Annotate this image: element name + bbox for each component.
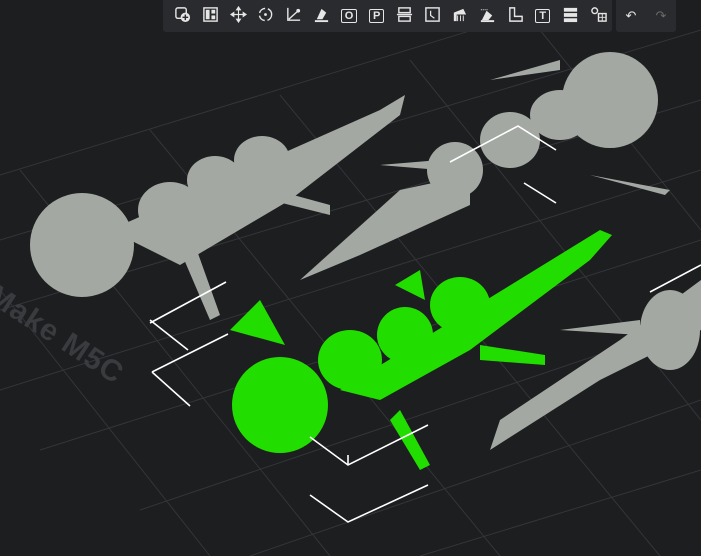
seam-button[interactable]	[418, 2, 446, 30]
layers-icon	[562, 6, 579, 26]
seam-icon	[424, 6, 441, 26]
scale-button[interactable]	[280, 2, 308, 30]
cut-button[interactable]	[391, 2, 419, 30]
undo-button[interactable]: ↶	[617, 2, 645, 30]
rotate-button[interactable]	[252, 2, 280, 30]
support-paint-icon	[451, 6, 468, 26]
add-object-button[interactable]	[169, 2, 197, 30]
arrange-button[interactable]	[197, 2, 225, 30]
paint-button[interactable]: P	[363, 2, 391, 30]
orient-icon: O	[340, 9, 358, 23]
measure-button[interactable]	[501, 2, 529, 30]
add-object-icon	[174, 6, 191, 26]
3d-viewport[interactable]	[0, 0, 701, 556]
fuzzy-skin-icon	[479, 6, 496, 26]
assembly-button[interactable]	[584, 2, 612, 30]
paint-icon: P	[368, 9, 385, 23]
place-on-face-button[interactable]	[307, 2, 335, 30]
text-icon: T	[535, 9, 551, 23]
orient-button[interactable]: O	[335, 2, 363, 30]
assembly-icon	[590, 6, 607, 26]
undo-icon: ↶	[625, 8, 637, 23]
gray-axolotl-2[interactable]	[300, 52, 670, 280]
move-icon	[229, 5, 247, 26]
redo-icon: ↷	[655, 8, 667, 23]
measure-icon	[507, 6, 524, 26]
scale-icon	[285, 6, 302, 26]
layers-button[interactable]	[557, 2, 585, 30]
place-on-face-icon	[313, 6, 330, 26]
fuzzy-skin-button[interactable]	[474, 2, 502, 30]
text-button[interactable]: T	[529, 2, 557, 30]
arrange-icon	[202, 6, 219, 26]
cut-icon	[396, 6, 413, 26]
history-toolbar: ↶ ↷	[616, 0, 676, 32]
move-button[interactable]	[224, 2, 252, 30]
rotate-icon	[257, 6, 274, 26]
main-toolbar: OP T	[163, 0, 612, 32]
support-paint-button[interactable]	[446, 2, 474, 30]
redo-button[interactable]: ↷	[647, 2, 675, 30]
